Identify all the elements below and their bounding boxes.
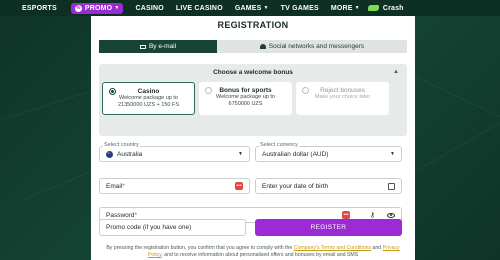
bonus-option-amount: 6750000 UZS	[228, 101, 263, 107]
nav-games-label: GAMES	[234, 4, 262, 12]
welcome-bonus-panel: Choose a welcome bonus ▲ Casino Welcome …	[99, 64, 407, 136]
country-select[interactable]: Australia ▼	[99, 146, 250, 162]
plane-icon	[367, 5, 379, 11]
chevron-down-icon: ▼	[390, 151, 395, 157]
promo-code-placeholder: Promo code (if you have one)	[106, 224, 192, 231]
bonus-option-sports[interactable]: Bonus for sports Welcome package up to 6…	[199, 82, 292, 115]
country-label: Select country	[103, 142, 140, 148]
people-icon	[259, 44, 266, 49]
bonus-option-text: Welcome package up to	[216, 94, 275, 100]
nav-games[interactable]: GAMES ▼	[235, 0, 269, 16]
nav-promo[interactable]: % PROMO ▼	[70, 2, 124, 14]
currency-select[interactable]: Australian dollar (AUD) ▼	[255, 146, 402, 162]
bonus-option-title: Reject bonuses	[320, 87, 365, 94]
calendar-icon[interactable]	[388, 182, 395, 190]
top-navigation: ESPORTS % PROMO ▼ CASINO LIVE CASINO GAM…	[0, 0, 500, 16]
bonus-option-text: Welcome package up to	[119, 95, 178, 101]
nav-more[interactable]: MORE ▼	[331, 0, 360, 16]
terms-suffix: , and to receive information about perso…	[161, 252, 359, 258]
tab-social-networks[interactable]: Social networks and messengers	[217, 40, 407, 53]
chevron-down-icon: ▼	[263, 5, 269, 11]
chevron-down-icon: ▼	[238, 151, 243, 157]
chevron-up-icon[interactable]: ▲	[393, 69, 399, 75]
nav-promo-label: PROMO	[84, 4, 113, 12]
nav-crash-label: Crash	[382, 4, 404, 12]
bonus-option-title: Casino	[137, 88, 160, 95]
bonus-option-title: Bonus for sports	[219, 87, 272, 94]
nav-esports-label: ESPORTS	[22, 4, 57, 12]
bonus-heading: Choose a welcome bonus	[213, 69, 293, 76]
email-placeholder: Email	[106, 182, 123, 190]
key-icon[interactable]: ⚷	[370, 211, 375, 219]
tab-by-email[interactable]: By e-mail	[99, 40, 217, 53]
chevron-down-icon: ▼	[114, 5, 120, 11]
chevron-down-icon: ▼	[354, 5, 360, 11]
radio-sports[interactable]	[205, 87, 212, 94]
required-mark: *	[134, 211, 138, 219]
error-icon: •••	[235, 182, 243, 190]
register-button-label: REGISTER	[310, 224, 347, 231]
nav-tv-games-label: TV GAMES	[280, 4, 319, 12]
terms-and: and	[372, 245, 382, 251]
nav-more-label: MORE	[330, 4, 353, 12]
currency-value: Australian dollar (AUD)	[262, 150, 329, 158]
password-placeholder: Password	[106, 211, 135, 219]
email-field[interactable]: Email * •••	[99, 178, 250, 194]
terms-and-conditions-link[interactable]: Company's Terms and Conditions	[294, 245, 371, 251]
bonus-option-amount: 21350000 UZS + 150 FS	[118, 102, 179, 108]
modal-title: REGISTRATION	[217, 20, 289, 30]
bonus-option-text: Make your choice later	[314, 94, 371, 100]
bonus-option-casino[interactable]: Casino Welcome package up to 21350000 UZ…	[102, 82, 195, 115]
nav-crash[interactable]: Crash	[367, 0, 404, 16]
nav-esports[interactable]: ESPORTS	[22, 0, 57, 16]
policy-link[interactable]: Policy	[148, 252, 161, 258]
australia-flag-icon	[106, 150, 113, 158]
nav-tv-games[interactable]: TV GAMES	[281, 0, 319, 16]
promo-icon: %	[74, 4, 82, 12]
terms-prefix: By pressing the registration button, you…	[106, 245, 293, 251]
promo-code-field[interactable]: Promo code (if you have one)	[99, 219, 246, 236]
error-icon: •••	[342, 211, 350, 219]
radio-reject[interactable]	[302, 87, 309, 94]
tab-social-networks-label: Social networks and messengers	[268, 43, 365, 50]
envelope-icon	[139, 44, 146, 49]
registration-tabs: By e-mail Social networks and messengers	[99, 40, 407, 53]
birth-date-field[interactable]: Enter your date of birth	[255, 178, 402, 194]
register-button[interactable]: REGISTER	[255, 219, 402, 236]
nav-live-casino[interactable]: LIVE CASINO	[176, 0, 223, 16]
privacy-link[interactable]: Privacy	[383, 245, 400, 251]
eye-icon[interactable]	[387, 212, 395, 218]
country-value: Australia	[117, 150, 143, 158]
required-mark: *	[122, 182, 125, 190]
nav-casino[interactable]: CASINO	[135, 0, 163, 16]
bonus-option-reject[interactable]: Reject bonuses Make your choice later	[296, 82, 389, 115]
radio-casino[interactable]	[109, 88, 116, 95]
currency-label: Select currency	[259, 142, 299, 148]
birth-date-placeholder: Enter your date of birth	[262, 182, 329, 190]
nav-live-casino-label: LIVE CASINO	[175, 4, 223, 12]
nav-casino-label: CASINO	[135, 4, 164, 12]
terms-text: By pressing the registration button, you…	[99, 245, 407, 259]
tab-by-email-label: By e-mail	[148, 43, 177, 50]
